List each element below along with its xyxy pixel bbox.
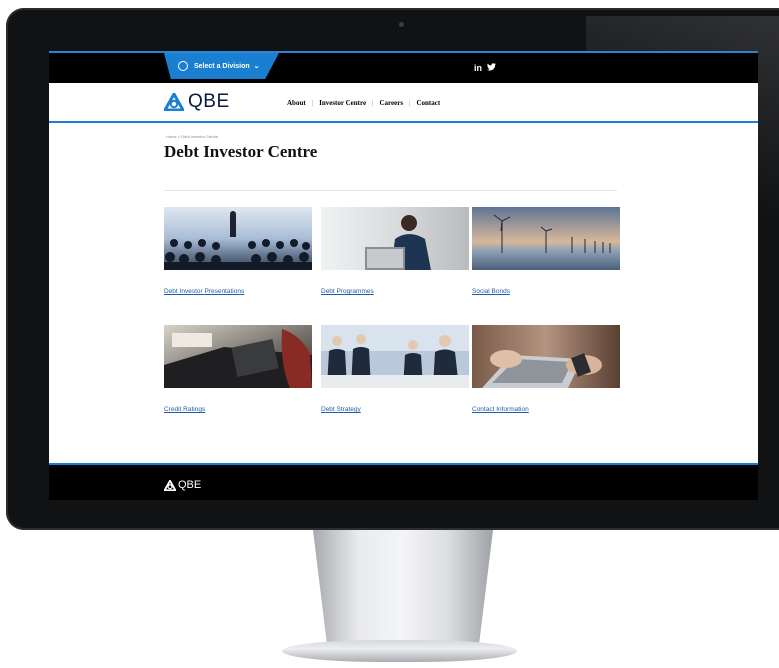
calculator-photo[interactable] bbox=[164, 325, 312, 388]
qbe-mark-icon bbox=[164, 479, 176, 491]
card-contact-information[interactable]: Contact Information bbox=[472, 325, 620, 413]
card-debt-programmes[interactable]: Debt Programmes bbox=[321, 207, 469, 295]
website-screen: Select a Division ⌄ in QBE About | Inves… bbox=[49, 51, 758, 500]
card-label[interactable]: Social Bonds bbox=[472, 288, 620, 295]
camera-dot bbox=[399, 22, 404, 27]
site-header: QBE About | Investor Centre | Careers | … bbox=[49, 83, 758, 123]
card-label[interactable]: Debt Investor Presentations bbox=[164, 288, 312, 295]
card-debt-investor-presentations[interactable]: Debt Investor Presentations bbox=[164, 207, 312, 295]
card-credit-ratings[interactable]: Credit Ratings bbox=[164, 325, 312, 413]
nav-separator: | bbox=[372, 99, 374, 107]
card-label[interactable]: Debt Programmes bbox=[321, 288, 469, 295]
nav-separator: | bbox=[311, 99, 314, 107]
footer-logo-text: QBE bbox=[178, 479, 202, 491]
qbe-mark-icon bbox=[164, 93, 184, 111]
divider bbox=[164, 190, 617, 191]
utility-bar: Select a Division ⌄ in bbox=[49, 51, 758, 83]
logo-text: QBE bbox=[188, 91, 230, 112]
card-debt-strategy[interactable]: Debt Strategy bbox=[321, 325, 469, 413]
breadcrumb[interactable]: Home > Debt Investor Centre bbox=[166, 134, 218, 139]
page-title: Debt Investor Centre bbox=[164, 142, 318, 161]
monitor-bezel: Select a Division ⌄ in QBE About | Inves… bbox=[6, 8, 779, 530]
social-links: in bbox=[474, 63, 496, 73]
monitor-stand bbox=[313, 530, 493, 648]
presentation-audience-photo[interactable] bbox=[164, 207, 312, 270]
nav-investor-centre[interactable]: Investor Centre bbox=[319, 99, 366, 107]
monitor-stand-base bbox=[282, 640, 517, 662]
linkedin-icon[interactable]: in bbox=[474, 63, 482, 73]
nav-separator: | bbox=[409, 99, 411, 107]
select-division-label: Select a Division bbox=[194, 62, 250, 70]
laptop-phone-photo[interactable] bbox=[472, 325, 620, 388]
wind-turbines-photo[interactable] bbox=[472, 207, 620, 270]
main-nav: About | Investor Centre | Careers | Cont… bbox=[287, 99, 440, 107]
twitter-icon[interactable] bbox=[487, 63, 496, 73]
globe-icon bbox=[178, 61, 188, 71]
select-division-button[interactable]: Select a Division ⌄ bbox=[164, 53, 279, 79]
nav-contact[interactable]: Contact bbox=[416, 99, 440, 107]
footer-logo[interactable]: QBE bbox=[164, 479, 201, 491]
card-label[interactable]: Debt Strategy bbox=[321, 406, 469, 413]
business-meeting-photo[interactable] bbox=[321, 325, 469, 388]
businessman-laptop-photo[interactable] bbox=[321, 207, 469, 270]
nav-careers[interactable]: Careers bbox=[379, 99, 403, 107]
card-social-bonds[interactable]: Social Bonds bbox=[472, 207, 620, 295]
card-label[interactable]: Credit Ratings bbox=[164, 406, 312, 413]
qbe-logo[interactable]: QBE bbox=[164, 91, 230, 113]
nav-about[interactable]: About bbox=[287, 99, 306, 107]
card-label[interactable]: Contact Information bbox=[472, 406, 620, 413]
chevron-down-icon: ⌄ bbox=[253, 63, 260, 70]
site-footer: QBE bbox=[49, 463, 758, 500]
